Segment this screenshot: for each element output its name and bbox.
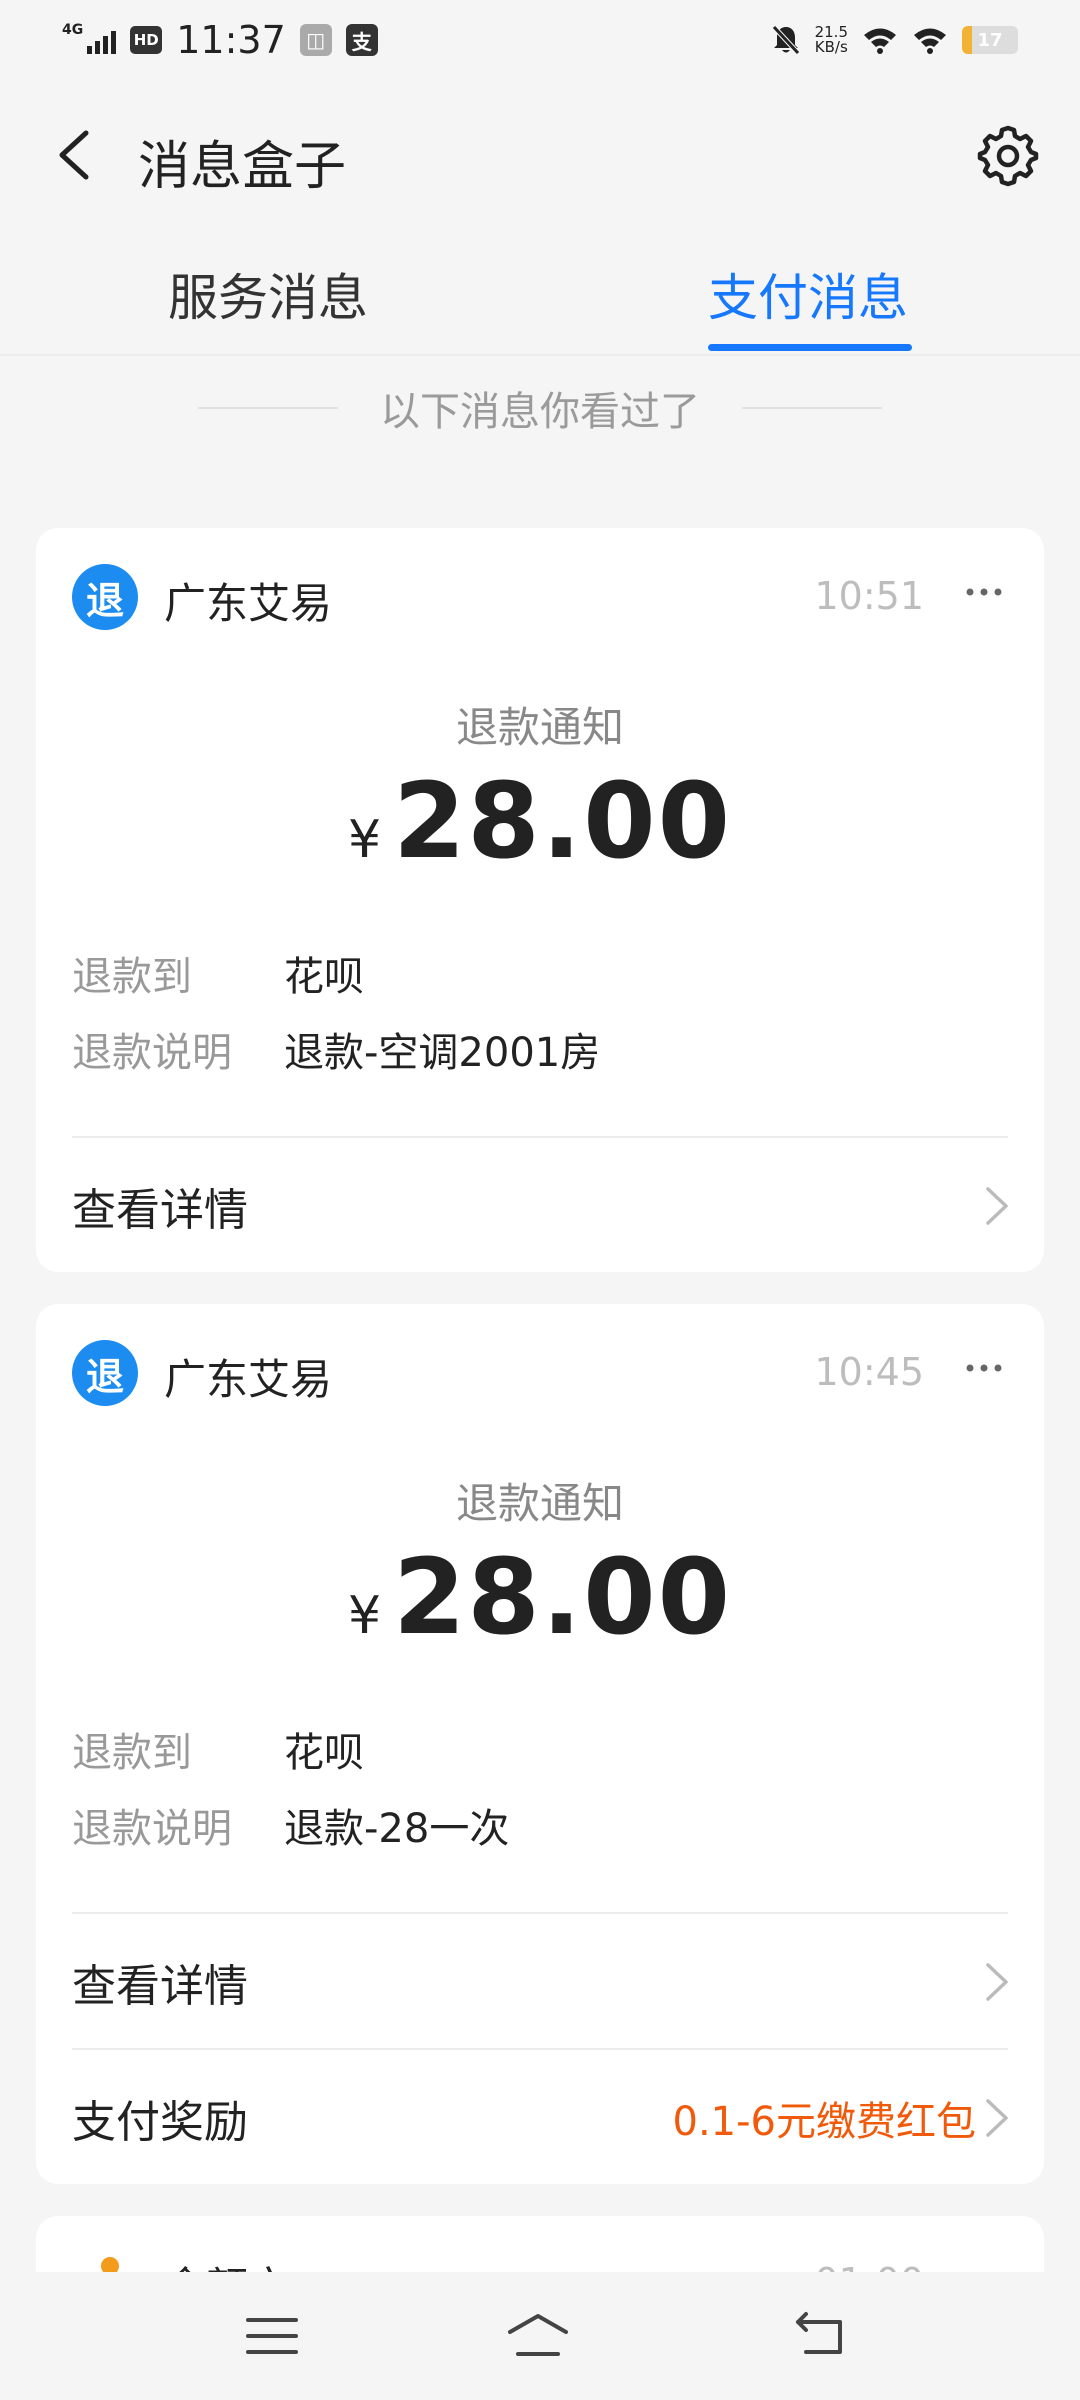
card-divider: [72, 2048, 1008, 2050]
refund-amount: ¥28.00: [36, 1536, 1044, 1658]
gear-icon[interactable]: [976, 124, 1040, 188]
refund-card: 退 广东艾易 10:45 退款通知 ¥28.00 退款到 花呗 退款说明 退款-28…: [36, 1304, 1044, 2184]
view-details-row[interactable]: 查看详情: [72, 1162, 1012, 1250]
yuebao-icon: [101, 2257, 119, 2272]
refund-badge-icon: 退: [72, 1340, 138, 1406]
seen-divider: 以下消息你看过了: [0, 376, 1080, 440]
message-time: 01:00: [814, 2260, 924, 2272]
notice-title: 退款通知: [455, 703, 624, 752]
detail-row: 退款说明 退款-空调2001房: [72, 1020, 600, 1078]
detail-label: 退款到: [72, 954, 192, 1000]
detail-value: 退款-28一次: [284, 1806, 510, 1852]
status-left: 4G HD 11:37 ◫ 支: [62, 18, 378, 62]
message-card[interactable]: 余额宝 01:00: [36, 2216, 1044, 2272]
currency-symbol: ¥: [347, 810, 382, 870]
detail-value: 花呗: [284, 1730, 364, 1776]
reward-text: 0.1-6元缴费红包: [672, 2099, 977, 2145]
detail-label: 退款到: [72, 1730, 192, 1776]
tab-payment-messages[interactable]: 支付消息: [708, 258, 908, 330]
seen-divider-text: 以下消息你看过了: [380, 389, 700, 435]
wifi-icon-2: [914, 28, 946, 54]
tabs-divider: [0, 354, 1080, 356]
page-title: 消息盒子: [138, 137, 347, 197]
detail-row: 退款说明 退款-28一次: [72, 1796, 509, 1854]
amount-value: 28.00: [393, 1536, 733, 1658]
payment-reward-row[interactable]: 支付奖励 0.1-6元缴费红包: [72, 2074, 1012, 2162]
status-right: 21.5 KB/s 17: [771, 24, 1018, 56]
network-type: 4G: [62, 22, 84, 38]
message-time: 10:45: [814, 1350, 924, 1394]
card-divider: [72, 1136, 1008, 1138]
clock: 11:37: [176, 18, 286, 62]
back-icon[interactable]: [790, 2306, 854, 2366]
view-details-label: 查看详情: [72, 1185, 248, 1236]
card-title: 余额宝: [164, 2254, 290, 2272]
mute-bell-icon: [771, 25, 800, 55]
alipay-notification-icon: 支: [345, 24, 378, 56]
chevron-right-icon: [986, 2099, 1008, 2137]
refund-badge-icon: 退: [72, 564, 138, 630]
notification-app-icon: ◫: [299, 24, 332, 56]
hd-icon: HD: [130, 26, 163, 54]
detail-row: 退款到 花呗: [72, 1720, 364, 1778]
wifi-icon: [864, 28, 896, 54]
view-details-row[interactable]: 查看详情: [72, 1938, 1012, 2026]
battery-icon: 17: [962, 26, 1018, 54]
merchant-name: 广东艾易: [164, 579, 333, 628]
view-details-label: 查看详情: [72, 1961, 248, 2012]
more-icon[interactable]: [964, 1358, 1004, 1378]
partial-card-clip: 余额宝 01:00: [0, 2216, 1080, 2272]
detail-value: 花呗: [284, 954, 364, 1000]
detail-value: 退款-空调2001房: [284, 1030, 601, 1076]
tab-service-messages[interactable]: 服务消息: [168, 258, 368, 330]
chevron-right-icon: [986, 1187, 1008, 1225]
active-tab-indicator: [708, 344, 912, 351]
amount-value: 28.00: [393, 760, 733, 882]
menu-icon[interactable]: [240, 2306, 304, 2366]
currency-symbol: ¥: [347, 1586, 382, 1646]
header: 消息盒子: [0, 100, 1080, 210]
refund-card: 退 广东艾易 10:51 退款通知 ¥28.00 退款到 花呗 退款说明 退款-空调…: [36, 528, 1044, 1272]
detail-label: 退款说明: [72, 1806, 232, 1852]
system-nav-bar: [0, 2272, 1080, 2400]
detail-label: 退款说明: [72, 1030, 232, 1076]
refund-amount: ¥28.00: [36, 760, 1044, 882]
more-icon[interactable]: [964, 582, 1004, 602]
merchant-name: 广东艾易: [164, 1355, 333, 1404]
chevron-left-icon[interactable]: [48, 125, 108, 185]
payment-reward-label: 支付奖励: [72, 2097, 248, 2148]
message-time: 10:51: [814, 574, 924, 618]
signal-icon: [87, 26, 117, 54]
battery-fill: [962, 26, 972, 54]
detail-row: 退款到 花呗: [72, 944, 364, 1002]
status-bar: 4G HD 11:37 ◫ 支 21.5 KB/s 17: [0, 0, 1080, 80]
notice-title: 退款通知: [455, 1479, 624, 1528]
tab-bar: 服务消息 支付消息: [0, 240, 1080, 354]
chevron-right-icon: [986, 1963, 1008, 2001]
card-divider: [72, 1912, 1008, 1914]
network-speed: 21.5 KB/s: [814, 23, 848, 56]
home-icon[interactable]: [506, 2306, 570, 2366]
